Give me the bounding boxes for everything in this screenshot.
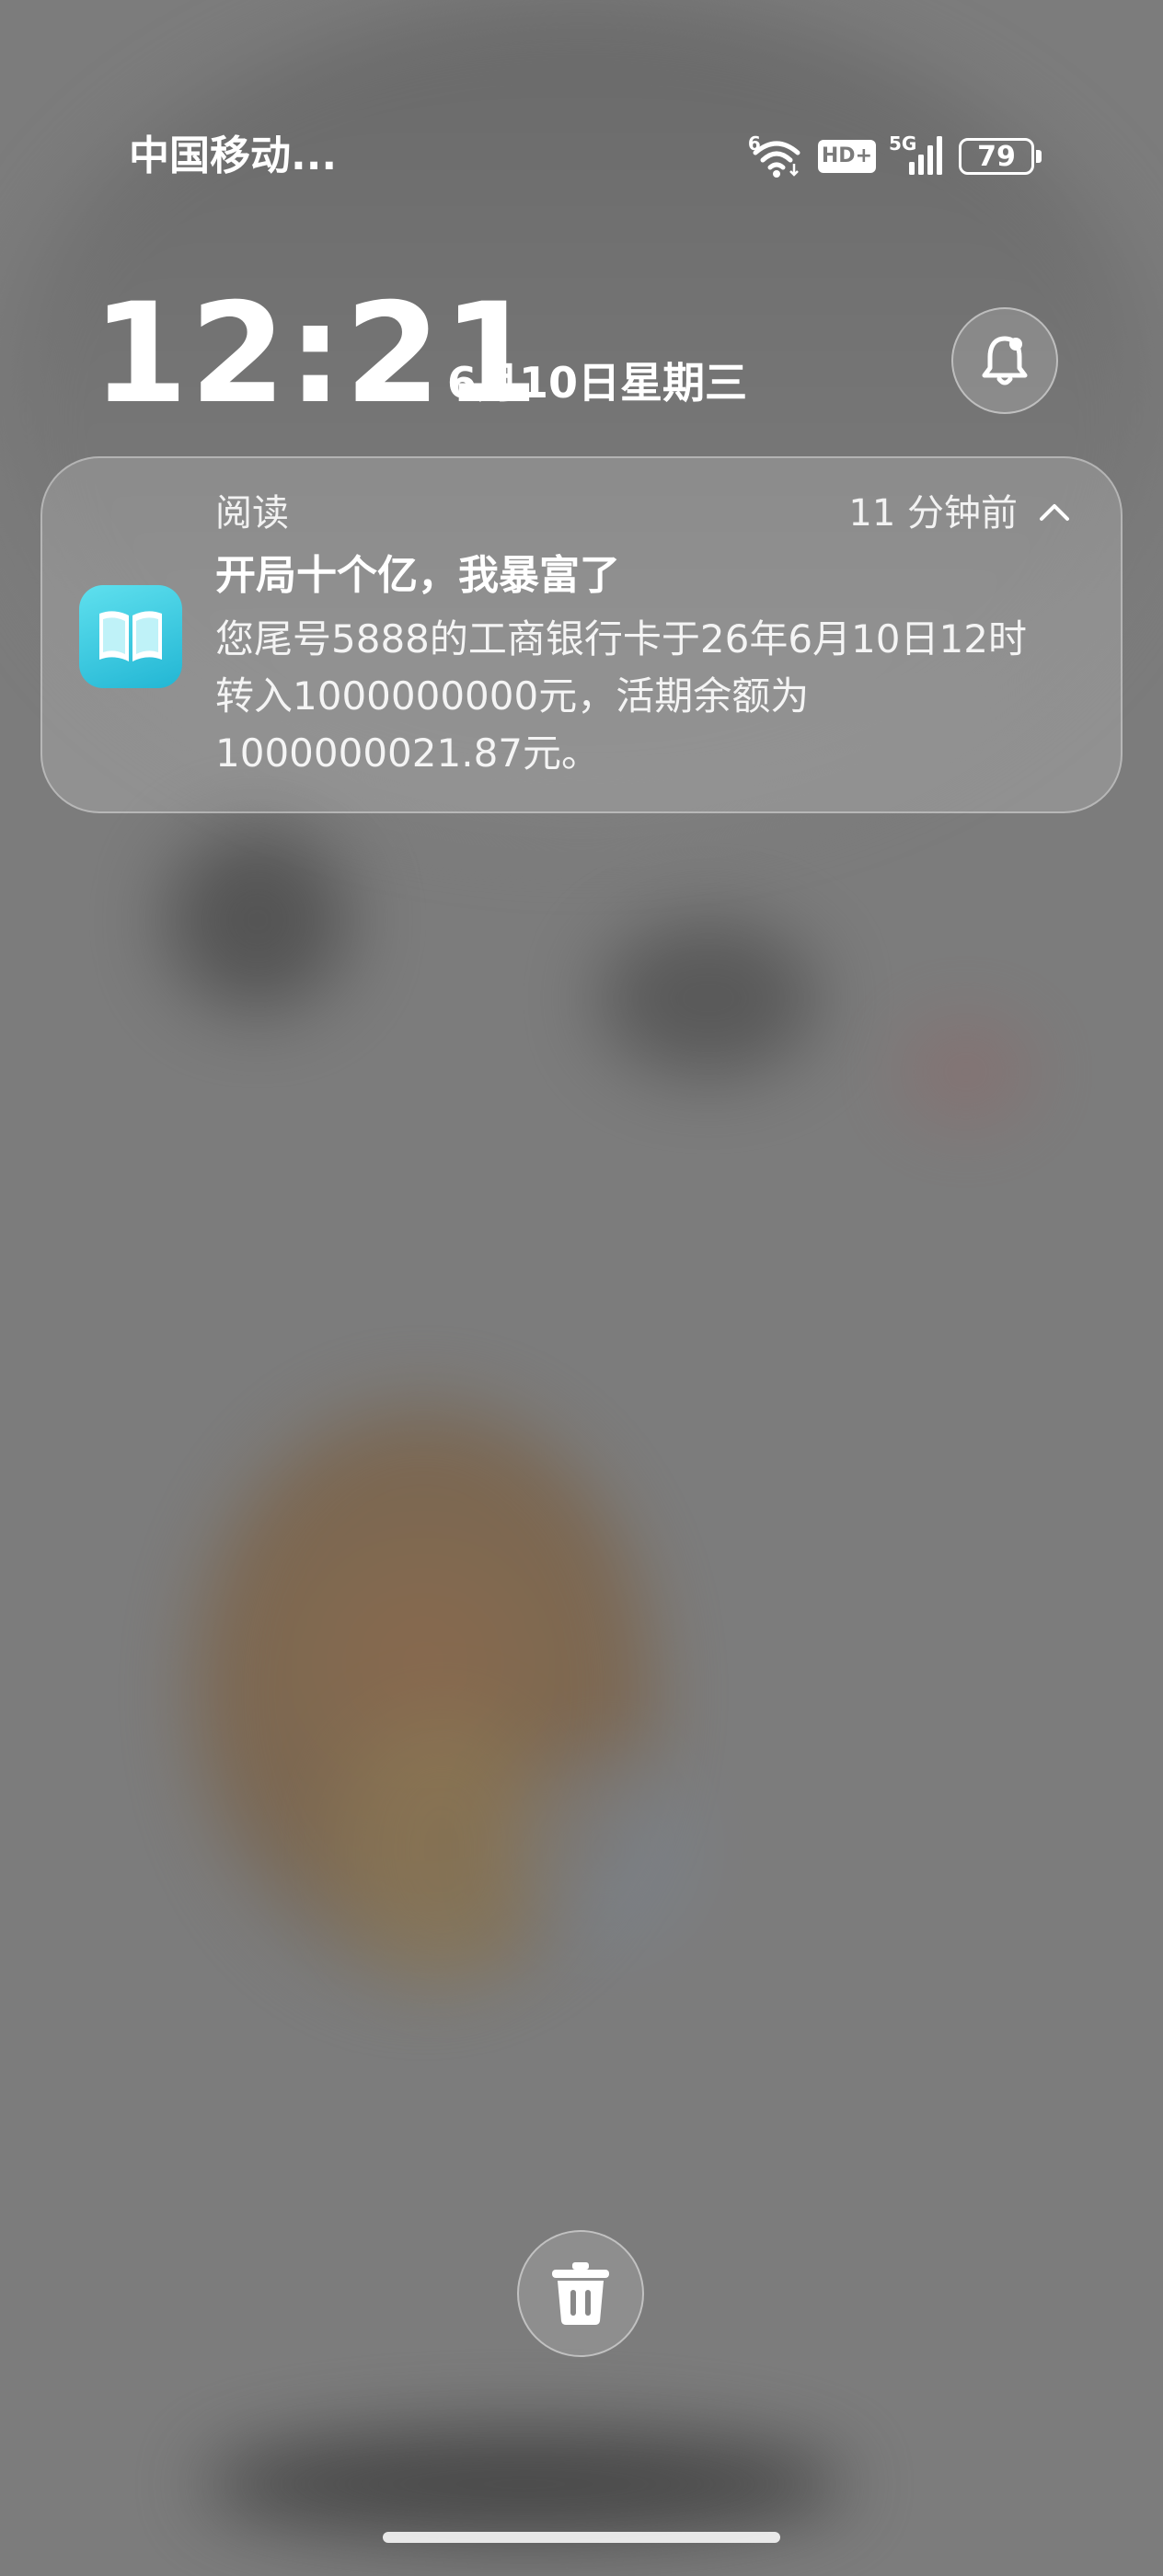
notification-card[interactable]: 阅读 11 分钟前 开局十个亿，我暴富了 您尾号5888的工商银行卡于26年6月… — [40, 456, 1123, 813]
lock-date: 6月10日星期三 — [447, 358, 748, 408]
battery-level: 79 — [977, 140, 1016, 173]
notification-app-name: 阅读 — [215, 492, 289, 535]
clear-notifications-button[interactable] — [517, 2230, 644, 2357]
carrier-name: 中国移动... — [129, 132, 338, 179]
notification-body: 您尾号5888的工商银行卡于26年6月10日12时转入1000000000元，活… — [215, 616, 1027, 776]
notification-settings-button[interactable] — [951, 307, 1058, 414]
hd-voice-badge: HD+ — [817, 140, 876, 173]
system-icons: 6 HD+ 5G 79 — [747, 132, 1042, 180]
notification-time: 11 分钟前 — [848, 492, 1018, 535]
bell-icon — [982, 336, 1028, 385]
wifi-icon: 6 — [747, 132, 805, 178]
home-indicator[interactable] — [383, 2532, 780, 2543]
chevron-up-icon[interactable] — [1036, 499, 1073, 526]
network-type: 5G — [889, 132, 917, 155]
battery-icon: 79 — [959, 138, 1042, 175]
signal-icon: 5G — [889, 132, 946, 178]
trash-icon — [552, 2262, 609, 2325]
notification-title: 开局十个亿，我暴富了 — [215, 552, 620, 599]
wifi-tag: 6 — [747, 132, 761, 155]
book-icon — [79, 585, 182, 688]
status-bar: 中国移动... 6 HD+ 5G 79 — [0, 129, 1163, 184]
